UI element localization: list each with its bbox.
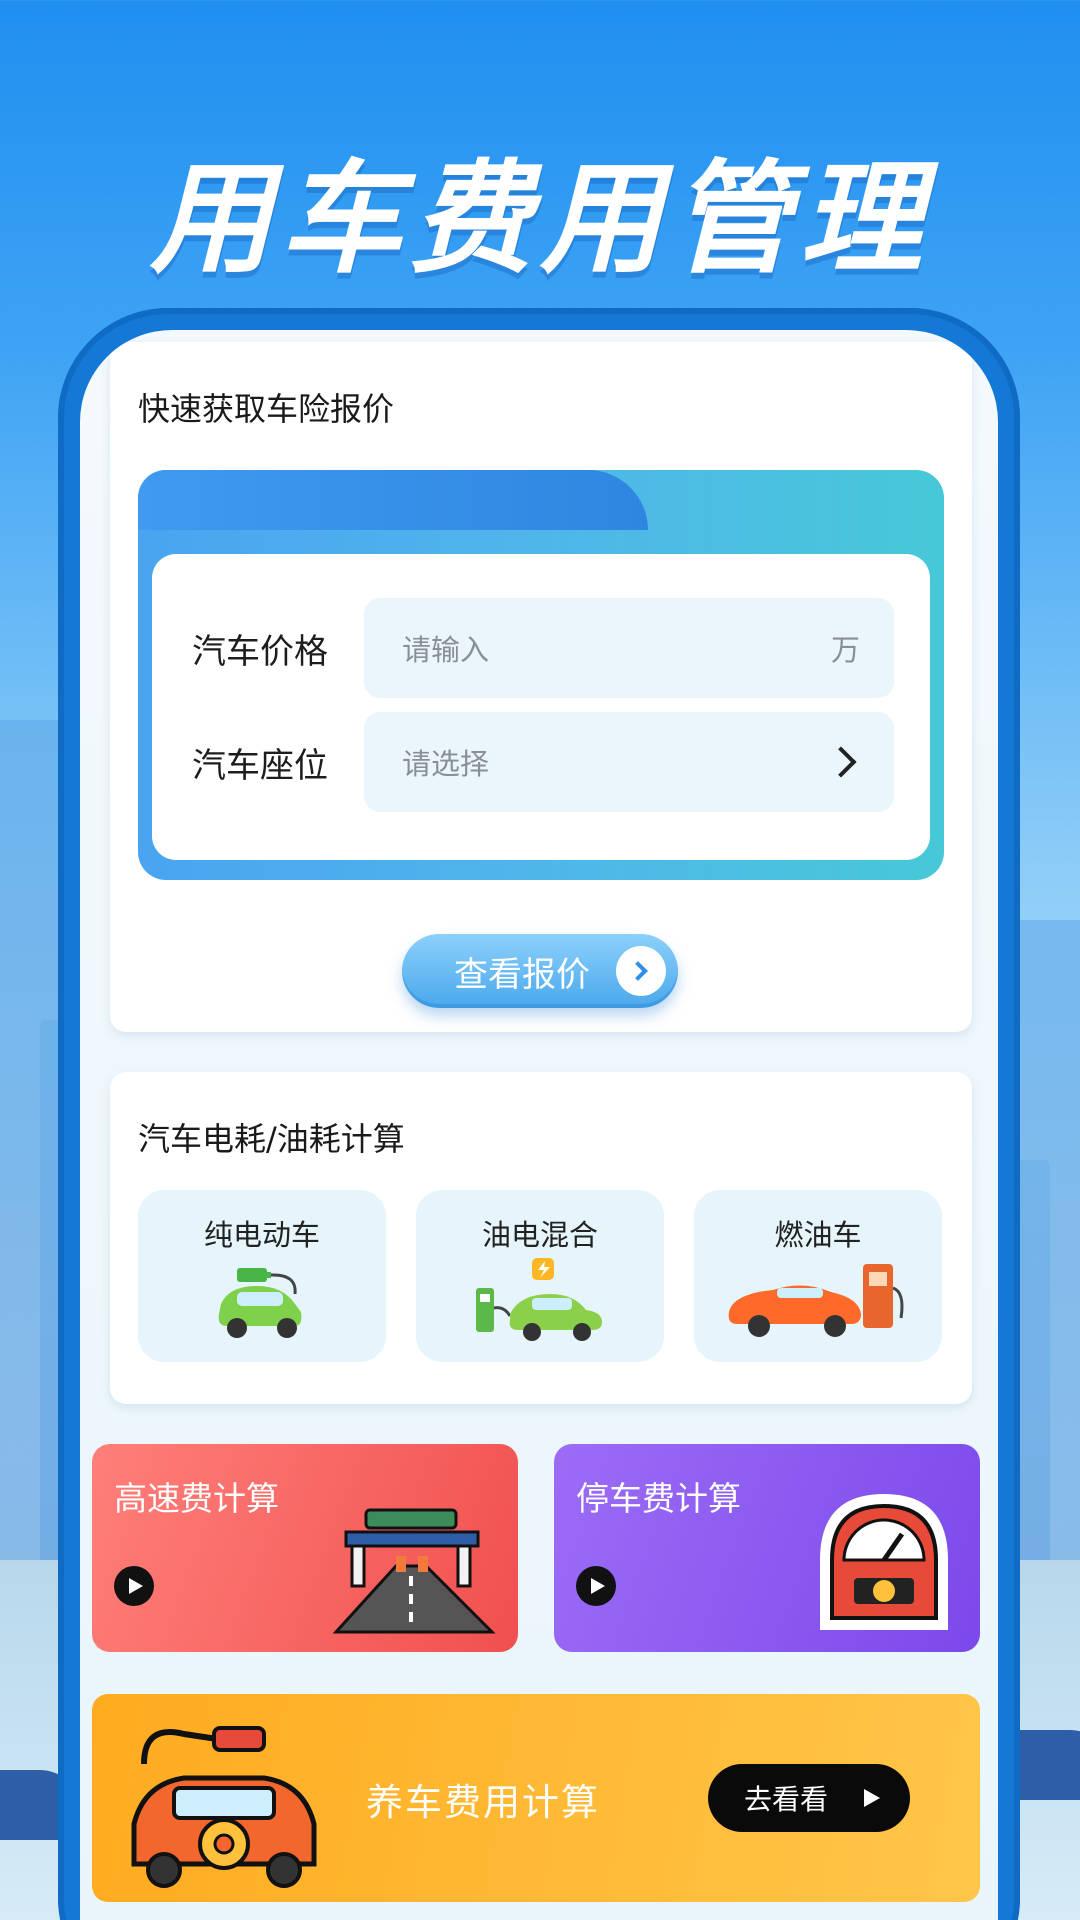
price-input[interactable]: 请输入 万 <box>364 598 894 698</box>
toll-gate-icon <box>332 1508 496 1634</box>
parking-meter-icon <box>820 1494 948 1630</box>
electric-car-icon <box>207 1264 317 1348</box>
price-row: 汽车价格 请输入 万 <box>192 598 894 698</box>
fuel-car-icon <box>723 1258 913 1348</box>
seat-row: 汽车座位 请选择 <box>192 712 894 812</box>
option-label: 油电混合 <box>481 1218 598 1252</box>
quote-form: 汽车价格 请输入 万 汽车座位 请选择 <box>152 554 930 860</box>
arrow-right-circle-icon <box>616 946 666 996</box>
tile-title: 养车费用计算 <box>366 1781 600 1824</box>
headline: 用车费用管理 <box>150 148 930 290</box>
view-quote-label: 查看报价 <box>454 954 590 995</box>
option-electric[interactable]: 纯电动车 <box>138 1190 386 1362</box>
option-hybrid[interactable]: 油电混合 <box>416 1190 664 1362</box>
price-unit: 万 <box>830 633 860 667</box>
tile-title: 停车费计算 <box>576 1479 741 1518</box>
go-see-button[interactable]: 去看看 <box>708 1764 910 1832</box>
maintenance-fee-tile[interactable]: 养车费用计算 去看看 <box>92 1694 980 1902</box>
insurance-quote-card: 快速获取车险报价 汽车价格 请输入 万 汽车座位 请选择 查看报价 <box>110 342 972 1032</box>
go-see-label: 去看看 <box>744 1783 829 1816</box>
price-placeholder: 请输入 <box>402 633 490 667</box>
price-label: 汽车价格 <box>192 631 328 672</box>
option-label: 燃油车 <box>774 1218 862 1252</box>
option-label: 纯电动车 <box>203 1218 320 1252</box>
view-quote-button[interactable]: 查看报价 <box>402 934 678 1008</box>
seat-placeholder: 请选择 <box>402 747 490 781</box>
seat-label: 汽车座位 <box>192 745 328 786</box>
panel-tab-decor <box>138 470 648 530</box>
option-fuel[interactable]: 燃油车 <box>694 1190 942 1362</box>
arrow-right-icon <box>114 1566 154 1606</box>
car-gear-fuel-icon <box>131 1726 317 1888</box>
parking-fee-tile[interactable]: 停车费计算 <box>554 1444 980 1652</box>
phone-screen: 快速获取车险报价 汽车价格 请输入 万 汽车座位 请选择 查看报价 汽车电耗/油… <box>80 330 998 1920</box>
hybrid-car-icon <box>470 1258 610 1348</box>
phone-frame: 快速获取车险报价 汽车价格 请输入 万 汽车座位 请选择 查看报价 汽车电耗/油… <box>58 308 1020 1920</box>
tile-title: 高速费计算 <box>114 1479 279 1518</box>
card-title: 快速获取车险报价 <box>138 390 395 428</box>
card-title: 汽车电耗/油耗计算 <box>138 1120 405 1158</box>
seat-select[interactable]: 请选择 <box>364 712 894 812</box>
highway-fee-tile[interactable]: 高速费计算 <box>92 1444 518 1652</box>
energy-calc-card: 汽车电耗/油耗计算 纯电动车 油电混合 燃油车 <box>110 1072 972 1404</box>
arrow-right-icon <box>576 1566 616 1606</box>
arrow-right-icon <box>864 1789 880 1807</box>
chevron-right-icon <box>825 746 857 778</box>
quote-panel: 汽车价格 请输入 万 汽车座位 请选择 <box>138 470 944 880</box>
